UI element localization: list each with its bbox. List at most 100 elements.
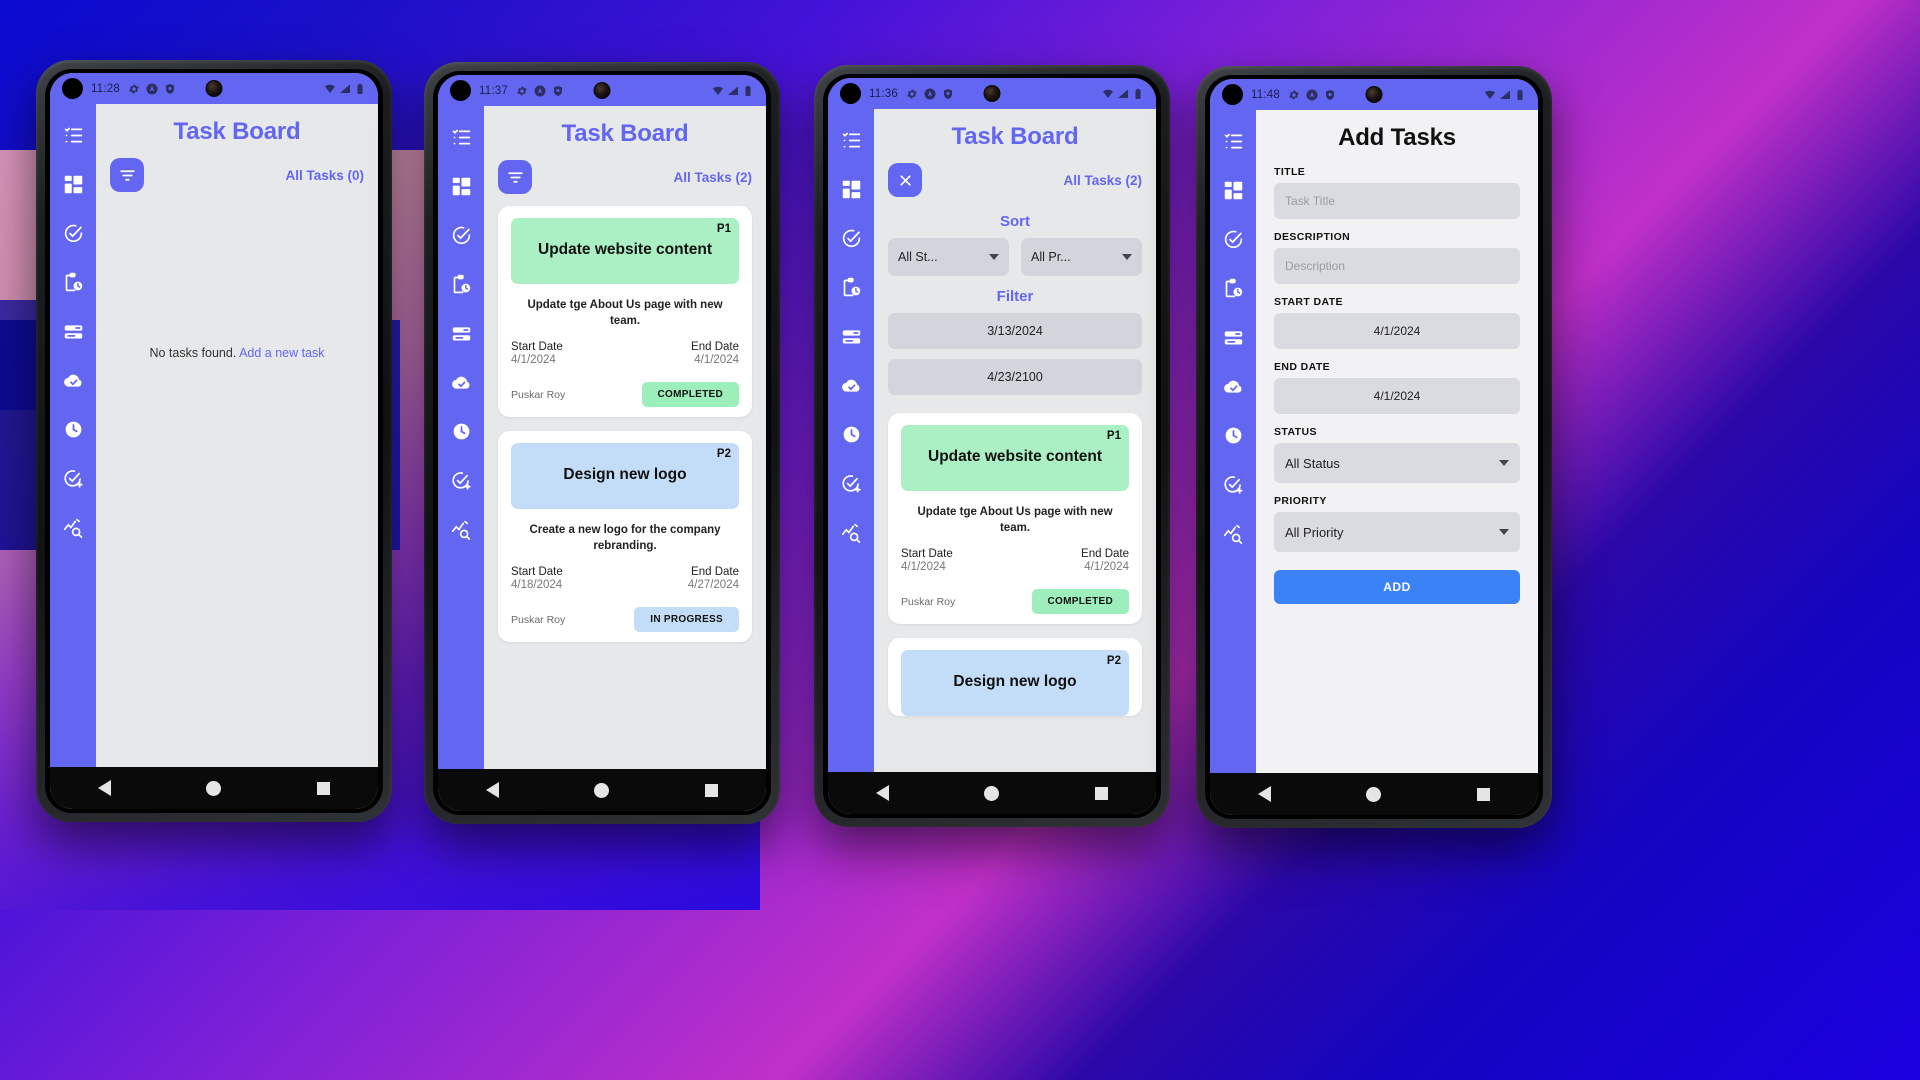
- android-nav-bar: [828, 772, 1156, 814]
- recents-square-icon[interactable]: [1095, 786, 1109, 800]
- sidebar-item-pending[interactable]: [840, 276, 862, 298]
- status-time: 11:37: [479, 84, 508, 97]
- filter-date-to[interactable]: 4/23/2100: [888, 359, 1142, 395]
- recents-square-icon[interactable]: [705, 783, 719, 797]
- description-input[interactable]: Description: [1274, 248, 1520, 284]
- shield-icon: [943, 88, 952, 99]
- shield-a-icon: [534, 85, 546, 96]
- camera-lens: [983, 85, 1001, 102]
- sidebar-item-pending[interactable]: [1222, 277, 1244, 299]
- sidebar-item-checklist[interactable]: [840, 129, 862, 151]
- filter-icon: [119, 169, 135, 181]
- sidebar-item-recent[interactable]: [450, 420, 472, 442]
- all-tasks-count: All Tasks (2): [1063, 172, 1142, 188]
- sidebar-item-synced[interactable]: [62, 369, 84, 391]
- assignee-name: Puskar Roy: [511, 388, 566, 401]
- sidebar-item-add-task[interactable]: [1222, 473, 1244, 495]
- sidebar-item-completed[interactable]: [62, 222, 84, 244]
- status-badge[interactable]: COMPLETED: [641, 382, 739, 408]
- sidebar-item-analytics[interactable]: [450, 518, 472, 540]
- battery-icon: [745, 85, 751, 96]
- task-card[interactable]: P1 Update website content Update tge Abo…: [498, 206, 752, 418]
- sidebar-item-backlog[interactable]: [450, 322, 472, 344]
- back-triangle-icon[interactable]: [485, 782, 499, 798]
- home-circle-icon[interactable]: [984, 785, 1000, 801]
- sidebar-item-synced[interactable]: [840, 374, 862, 396]
- sidebar-item-add-task[interactable]: [450, 469, 472, 491]
- priority-select[interactable]: All Priority: [1274, 512, 1520, 552]
- sidebar-item-checklist[interactable]: [450, 126, 472, 148]
- recents-square-icon[interactable]: [1477, 787, 1491, 801]
- page-title: Task Board: [951, 123, 1079, 150]
- start-date-label: Start Date: [511, 341, 563, 354]
- front-camera-punchhole: [840, 83, 861, 104]
- title-input[interactable]: Task Title: [1274, 183, 1520, 219]
- sidebar-item-checklist[interactable]: [1222, 130, 1244, 152]
- home-circle-icon[interactable]: [594, 782, 610, 798]
- sidebar-item-backlog[interactable]: [840, 325, 862, 347]
- sidebar-item-add-task[interactable]: [840, 472, 862, 494]
- start-date-input[interactable]: 4/1/2024: [1274, 313, 1520, 349]
- status-select[interactable]: All Status: [1274, 443, 1520, 483]
- main-content: Task Board All Tasks (2) Sort All St...: [874, 109, 1156, 772]
- sidebar-item-analytics[interactable]: [62, 516, 84, 538]
- shield-icon: [1325, 89, 1334, 100]
- task-title: Design new logo: [563, 465, 687, 483]
- all-tasks-count: All Tasks (2): [673, 169, 752, 185]
- task-card[interactable]: P1 Update website content Update tge Abo…: [888, 413, 1142, 625]
- home-circle-icon[interactable]: [206, 780, 222, 796]
- filter-button[interactable]: [110, 158, 144, 192]
- sidebar-nav: [438, 106, 484, 769]
- status-bar: 11:37: [438, 75, 766, 106]
- sidebar-item-dashboard[interactable]: [450, 175, 472, 197]
- end-date-input[interactable]: 4/1/2024: [1274, 378, 1520, 414]
- sidebar-item-pending[interactable]: [62, 271, 84, 293]
- sidebar-item-recent[interactable]: [62, 418, 84, 440]
- sidebar-item-pending[interactable]: [450, 273, 472, 295]
- sidebar-item-synced[interactable]: [450, 371, 472, 393]
- sidebar-item-recent[interactable]: [840, 423, 862, 445]
- close-filter-button[interactable]: [888, 163, 922, 197]
- task-title: Update website content: [538, 240, 712, 258]
- shield-icon: [165, 83, 174, 94]
- home-circle-icon[interactable]: [1366, 786, 1382, 802]
- sidebar-item-completed[interactable]: [1222, 228, 1244, 250]
- task-dates: Start Date 4/1/2024 End Date 4/1/2024: [511, 341, 739, 366]
- add-button[interactable]: ADD: [1274, 570, 1520, 604]
- task-banner: P1 Update website content: [511, 218, 739, 284]
- sidebar-item-analytics[interactable]: [1222, 522, 1244, 544]
- sidebar-item-completed[interactable]: [450, 224, 472, 246]
- sidebar-item-backlog[interactable]: [62, 320, 84, 342]
- phone-4: 11:48 Add Tasks TITLE Task Title DESCRIP…: [1196, 66, 1552, 828]
- sort-status-select[interactable]: All St...: [888, 238, 1009, 276]
- filter-date-from[interactable]: 3/13/2024: [888, 313, 1142, 349]
- back-triangle-icon[interactable]: [97, 780, 111, 796]
- sidebar-item-dashboard[interactable]: [62, 173, 84, 195]
- task-banner: P2 Design new logo: [511, 443, 739, 510]
- start-date-value: 4/18/2024: [511, 579, 563, 592]
- description-field-label: DESCRIPTION: [1274, 231, 1351, 243]
- add-new-task-link[interactable]: Add a new task: [239, 346, 324, 360]
- sidebar-item-dashboard[interactable]: [1222, 179, 1244, 201]
- sidebar-item-recent[interactable]: [1222, 424, 1244, 446]
- status-badge[interactable]: COMPLETED: [1031, 589, 1129, 615]
- sidebar-item-backlog[interactable]: [1222, 326, 1244, 348]
- task-card[interactable]: P2 Design new logo Create a new logo for…: [498, 431, 752, 643]
- sort-priority-select[interactable]: All Pr...: [1021, 238, 1142, 276]
- filter-button[interactable]: [498, 160, 532, 194]
- status-time: 11:28: [91, 82, 120, 95]
- task-description: Create a new logo for the company rebran…: [529, 524, 721, 552]
- signal-icon: [340, 84, 350, 93]
- back-triangle-icon[interactable]: [875, 785, 889, 801]
- sidebar-item-checklist[interactable]: [62, 124, 84, 146]
- sidebar-item-analytics[interactable]: [840, 521, 862, 543]
- front-camera-punchhole: [450, 80, 471, 101]
- back-triangle-icon[interactable]: [1257, 786, 1271, 802]
- sidebar-item-synced[interactable]: [1222, 375, 1244, 397]
- sidebar-item-dashboard[interactable]: [840, 178, 862, 200]
- task-card[interactable]: P2 Design new logo: [888, 638, 1142, 717]
- sidebar-item-add-task[interactable]: [62, 467, 84, 489]
- sidebar-item-completed[interactable]: [840, 227, 862, 249]
- status-badge[interactable]: IN PROGRESS: [634, 607, 739, 633]
- recents-square-icon[interactable]: [317, 781, 331, 795]
